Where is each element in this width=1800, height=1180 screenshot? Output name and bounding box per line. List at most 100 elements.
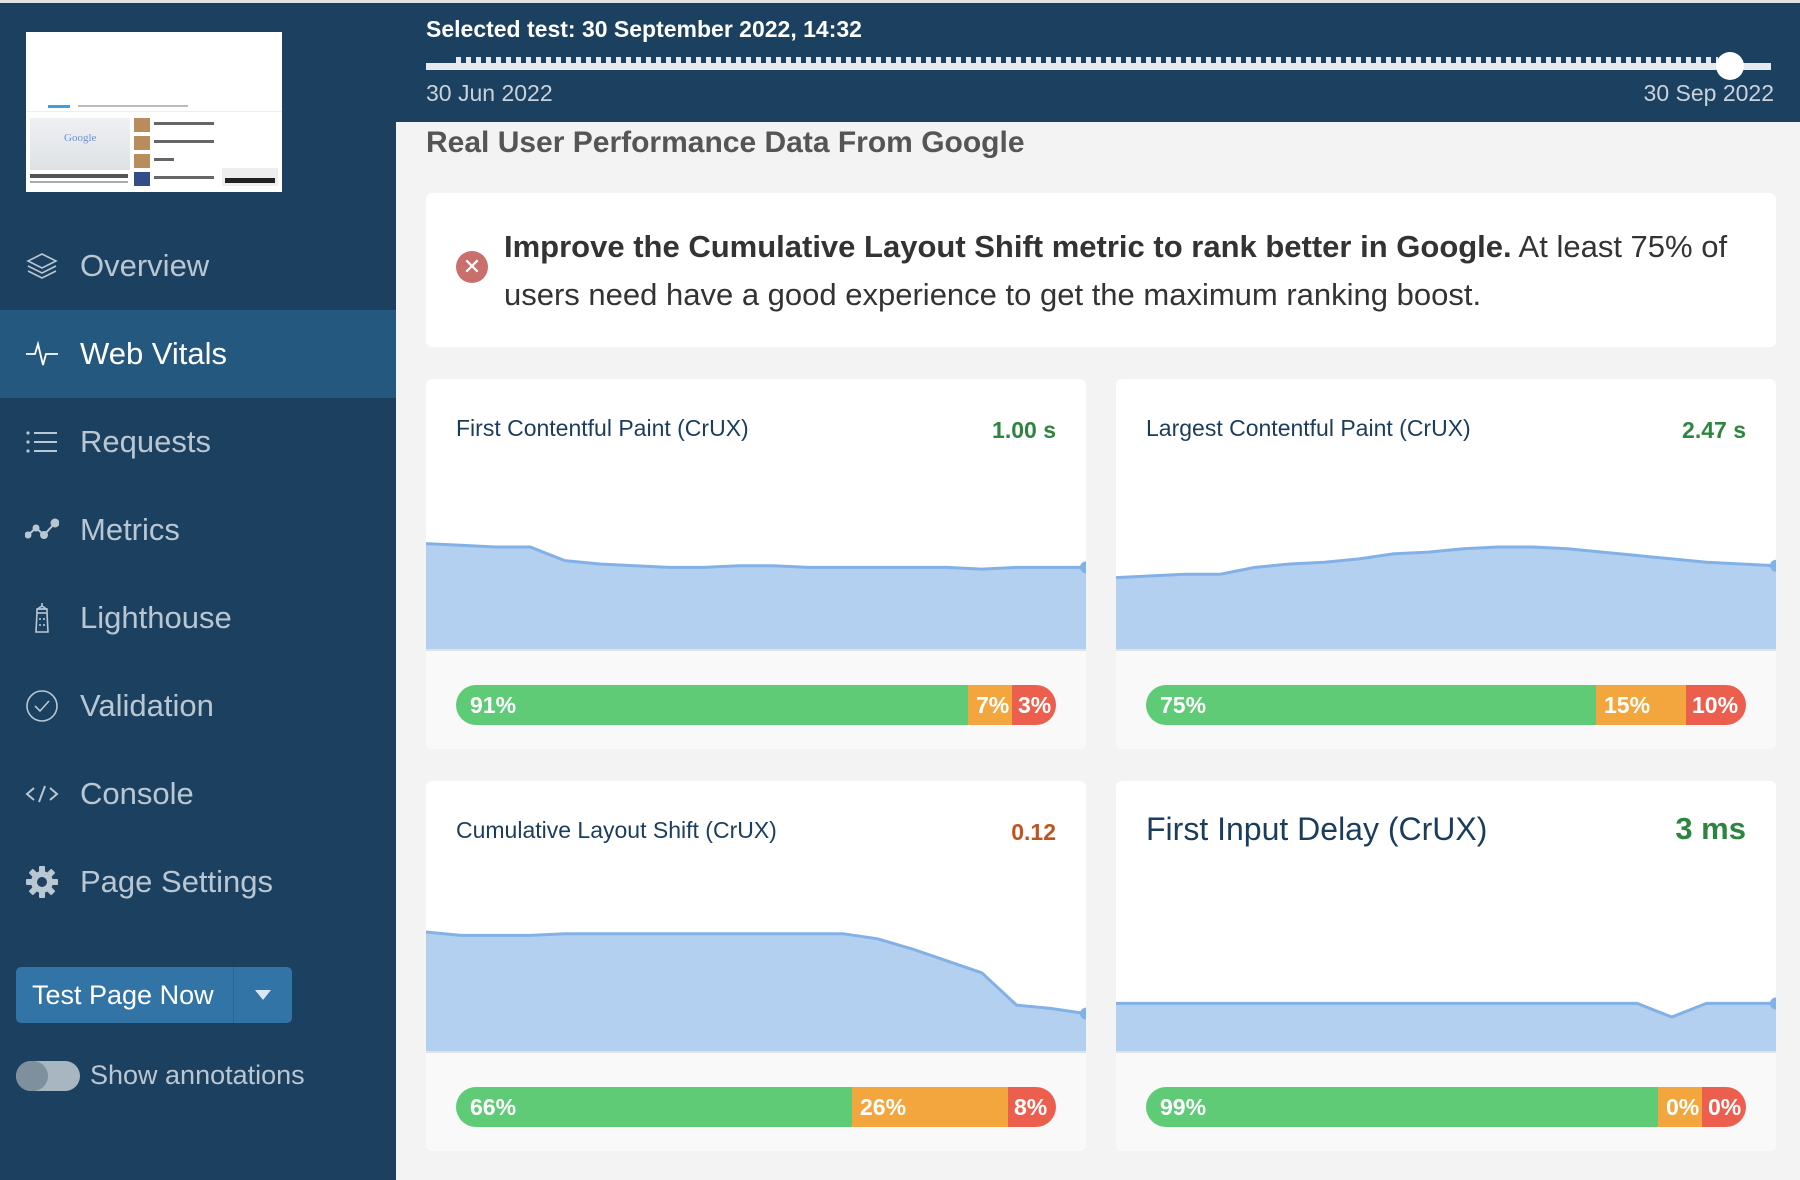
- metric-value: 1.00 s: [992, 417, 1056, 443]
- thumbnail-google-text: Google: [64, 132, 97, 144]
- sidebar-item-console[interactable]: Console: [0, 750, 396, 838]
- sidebar: Google Overview Web Vitals Requests Metr…: [0, 0, 396, 1180]
- sidebar-item-label: Console: [80, 776, 194, 811]
- metric-value: 0.12: [1011, 819, 1056, 845]
- metric-title: First Contentful Paint (CrUX): [456, 415, 749, 441]
- test-page-now-split-button: Test Page Now: [16, 967, 292, 1023]
- section-title: Real User Performance Data From Google: [426, 126, 1025, 159]
- metric-card-lcp[interactable]: Largest Contentful Paint (CrUX) 2.47 s 7…: [1116, 379, 1776, 749]
- metric-card-cls[interactable]: Cumulative Layout Shift (CrUX) 0.12 66% 2…: [426, 781, 1086, 1151]
- pulse-icon: [24, 336, 60, 372]
- page-screenshot-thumbnail[interactable]: Google: [26, 32, 282, 192]
- sidebar-item-label: Requests: [80, 424, 211, 459]
- window-top-edge: [0, 0, 1800, 3]
- test-options-dropdown-button[interactable]: [234, 967, 292, 1023]
- code-icon: [24, 776, 60, 812]
- range-start-date: 30 Jun 2022: [426, 80, 553, 106]
- metric-footer: 66% 26% 8%: [426, 1051, 1086, 1151]
- sidebar-item-label: Page Settings: [80, 864, 274, 899]
- range-end-date: 30 Sep 2022: [1643, 80, 1774, 106]
- distribution-bar: 66% 26% 8%: [456, 1087, 1056, 1127]
- show-annotations-label: Show annotations: [90, 1060, 305, 1090]
- thumbnail-nav: [26, 102, 282, 112]
- distribution-bar: 75% 15% 10%: [1146, 685, 1746, 725]
- slider-tick-marks: [456, 57, 1718, 64]
- distribution-segment-good: 91%: [456, 685, 968, 725]
- test-page-now-button[interactable]: Test Page Now: [16, 967, 234, 1023]
- lighthouse-icon: [24, 600, 60, 636]
- sidebar-item-label: Metrics: [80, 512, 180, 547]
- thumbnail-item: [134, 136, 150, 150]
- distribution-segment-poor: 3%: [1012, 685, 1056, 725]
- distribution-segment-ni: 26%: [852, 1087, 1008, 1127]
- area-fill: [426, 932, 1086, 1051]
- cls-warning-alert: ✕ Improve the Cumulative Layout Shift me…: [426, 193, 1776, 347]
- metric-footer: 99% 0% 0%: [1116, 1051, 1776, 1151]
- sidebar-item-web-vitals[interactable]: Web Vitals: [0, 310, 396, 398]
- metric-title: First Input Delay (CrUX): [1146, 811, 1488, 847]
- test-date-slider[interactable]: [426, 52, 1771, 80]
- distribution-segment-good: 99%: [1146, 1087, 1658, 1127]
- thumbnail-item-text: [154, 176, 214, 179]
- distribution-segment-good: 75%: [1146, 685, 1596, 725]
- metric-footer: 75% 15% 10%: [1116, 649, 1776, 749]
- thumbnail-item: [134, 154, 150, 168]
- sidebar-item-validation[interactable]: Validation: [0, 662, 396, 750]
- metric-area-chart: [1116, 997, 1776, 1051]
- toggle-knob: [16, 1060, 48, 1091]
- metric-card-fid[interactable]: First Input Delay (CrUX) 3 ms 99% 0% 0%: [1116, 781, 1776, 1151]
- sidebar-item-label: Web Vitals: [80, 336, 228, 371]
- sidebar-item-requests[interactable]: Requests: [0, 398, 396, 486]
- distribution-segment-ni: 7%: [968, 685, 1012, 725]
- distribution-segment-poor: 10%: [1686, 685, 1746, 725]
- thumbnail-caption: [30, 174, 128, 178]
- metric-area-chart: [426, 930, 1086, 1051]
- distribution-segment-poor: 0%: [1702, 1087, 1746, 1127]
- metric-footer: 91% 7% 3%: [426, 649, 1086, 749]
- gear-icon: [24, 864, 60, 900]
- sidebar-item-overview[interactable]: Overview: [0, 222, 396, 310]
- layers-icon: [24, 248, 60, 284]
- thumbnail-item: [134, 172, 150, 186]
- sidebar-item-label: Validation: [80, 688, 214, 723]
- list-icon: [24, 424, 60, 460]
- metric-title: Cumulative Layout Shift (CrUX): [456, 817, 777, 843]
- distribution-segment-ni: 15%: [1596, 685, 1686, 725]
- thumbnail-logo: [48, 105, 70, 108]
- alert-bold-text: Improve the Cumulative Layout Shift metr…: [504, 229, 1512, 264]
- thumbnail-box: [222, 168, 278, 186]
- sidebar-item-label: Lighthouse: [80, 600, 232, 635]
- thumbnail-item-text: [154, 158, 174, 161]
- thumbnail-links: [78, 105, 188, 107]
- show-annotations-toggle[interactable]: [16, 1060, 80, 1091]
- metric-card-fcp[interactable]: First Contentful Paint (CrUX) 1.00 s 91%…: [426, 379, 1086, 749]
- distribution-segment-poor: 8%: [1008, 1087, 1056, 1127]
- area-fill: [1116, 1003, 1776, 1051]
- thumbnail-caption-sub: [30, 181, 128, 183]
- sidebar-item-page-settings[interactable]: Page Settings: [0, 838, 396, 926]
- thumbnail-item-text: [154, 122, 214, 125]
- slider-handle[interactable]: [1716, 52, 1744, 80]
- sidebar-item-metrics[interactable]: Metrics: [0, 486, 396, 574]
- alert-text: Improve the Cumulative Layout Shift metr…: [504, 223, 1734, 319]
- metric-area-chart: [1116, 545, 1776, 649]
- metric-area-chart: [426, 542, 1086, 649]
- distribution-segment-ni: 0%: [1658, 1087, 1702, 1127]
- selected-test-label: Selected test: 30 September 2022, 14:32: [426, 16, 862, 42]
- distribution-bar: 91% 7% 3%: [456, 685, 1056, 725]
- line-chart-icon: [24, 512, 60, 548]
- thumbnail-item: [134, 118, 150, 132]
- distribution-segment-good: 66%: [456, 1087, 852, 1127]
- distribution-bar: 99% 0% 0%: [1146, 1087, 1746, 1127]
- sidebar-item-lighthouse[interactable]: Lighthouse: [0, 574, 396, 662]
- show-annotations-row: Show annotations: [16, 1060, 305, 1091]
- check-circle-icon: [24, 688, 60, 724]
- slider-track[interactable]: [426, 63, 1771, 70]
- metric-value: 3 ms: [1675, 811, 1746, 846]
- metric-value: 2.47 s: [1682, 417, 1746, 443]
- area-fill: [426, 543, 1086, 649]
- caret-down-icon: [255, 990, 271, 1000]
- area-fill: [1116, 547, 1776, 649]
- test-selector-header: Selected test: 30 September 2022, 14:32 …: [396, 0, 1800, 122]
- error-x-icon: ✕: [456, 251, 488, 283]
